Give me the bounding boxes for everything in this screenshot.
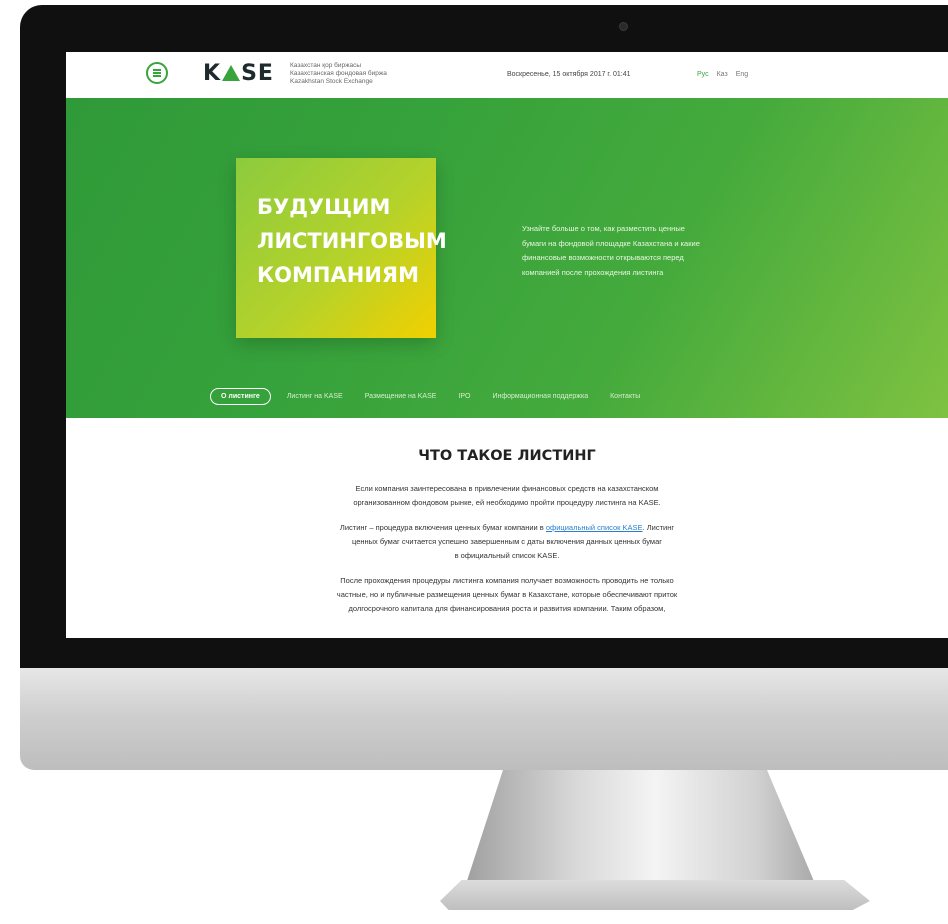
nav-listing-on-kase[interactable]: Листинг на KASE (287, 393, 343, 400)
hero-banner: БУДУЩИМ ЛИСТИНГОВЫМ КОМПАНИЯМ Узнайте бо… (66, 98, 948, 418)
exchange-name-en: Kazakhstan Stock Exchange (290, 78, 373, 85)
section-heading: ЧТО ТАКОЕ ЛИСТИНГ (418, 448, 596, 464)
hamburger-menu-icon[interactable] (146, 62, 168, 84)
nav-about-listing[interactable]: О листинге (210, 388, 271, 405)
nav-info-support[interactable]: Информационная поддержка (492, 393, 588, 400)
hero-title-line: КОМПАНИЯМ (257, 263, 419, 287)
paragraph-line: Если компания заинтересована в привлечен… (355, 484, 659, 493)
hero-title-line: БУДУЩИМ (257, 195, 391, 219)
lang-en[interactable]: Eng (736, 71, 748, 78)
current-date: Воскресенье, 15 октября 2017 г. 01:41 (507, 71, 631, 78)
logo-text-left: K (203, 61, 222, 86)
camera-icon (619, 22, 628, 31)
hero-title-line: ЛИСТИНГОВЫМ (257, 229, 447, 253)
monitor-stand-base (440, 880, 870, 910)
main-content: ЧТО ТАКОЕ ЛИСТИНГ Если компания заинтере… (66, 418, 948, 616)
hero-description: Узнайте больше о том, как разместить цен… (522, 222, 752, 280)
hero-title: БУДУЩИМ ЛИСТИНГОВЫМ КОМПАНИЯМ (257, 190, 447, 292)
lang-kz[interactable]: Каз (717, 71, 728, 78)
nav-ipo[interactable]: IPO (458, 393, 470, 400)
paragraph-text: . Листинг (642, 523, 675, 532)
logo-triangle-icon (222, 65, 241, 81)
paragraph-line: в официальный список KASE. (454, 551, 560, 560)
paragraph-text: Листинг – процедура включения ценных бум… (339, 523, 546, 532)
paragraph-line: частные, но и публичные размещения ценны… (336, 590, 678, 599)
imac-mockup: K SE Казахстан қор биржасы Казахстанская… (0, 0, 948, 924)
monitor-chin (20, 668, 948, 770)
hero-text-line: бумаги на фондовой площадке Казахстана и… (522, 238, 700, 248)
screen: K SE Казахстан қор биржасы Казахстанская… (66, 52, 948, 638)
kase-logo[interactable]: K SE (203, 61, 274, 87)
paragraph-intro: Если компания заинтересована в привлечен… (292, 482, 722, 510)
nav-contacts[interactable]: Контакты (610, 393, 640, 400)
language-switcher: Рус Каз Eng (697, 71, 748, 78)
exchange-name-ru: Казахстанская фондовая биржа (290, 70, 387, 77)
paragraph-definition: Листинг – процедура включения ценных бум… (292, 521, 722, 563)
paragraph-line: организованном фондовом рынке, ей необхо… (353, 498, 661, 507)
section-nav: О листинге Листинг на KASE Размещение на… (210, 388, 662, 405)
hero-text-line: компанией после прохождения листинга (522, 267, 664, 277)
nav-placement-on-kase[interactable]: Размещение на KASE (365, 393, 437, 400)
official-list-link[interactable]: официальный список KASE (546, 523, 643, 532)
paragraph-line: ценных бумаг считается успешно завершенн… (352, 537, 662, 546)
paragraph-benefits: После прохождения процедуры листинга ком… (292, 574, 722, 616)
paragraph-line: долгосрочного капитала для финансировани… (348, 604, 666, 613)
hero-text-line: Узнайте больше о том, как разместить цен… (522, 224, 685, 233)
lang-ru[interactable]: Рус (697, 71, 709, 78)
site-header: K SE Казахстан қор биржасы Казахстанская… (66, 52, 948, 99)
logo-text-right: SE (241, 61, 274, 86)
hero-text-line: финансовые возможности открываются перед (522, 253, 684, 262)
exchange-name: Казахстан қор биржасы Казахстанская фонд… (290, 62, 387, 86)
paragraph-line: После прохождения процедуры листинга ком… (340, 576, 674, 585)
exchange-name-kz: Казахстан қор биржасы (290, 62, 361, 69)
